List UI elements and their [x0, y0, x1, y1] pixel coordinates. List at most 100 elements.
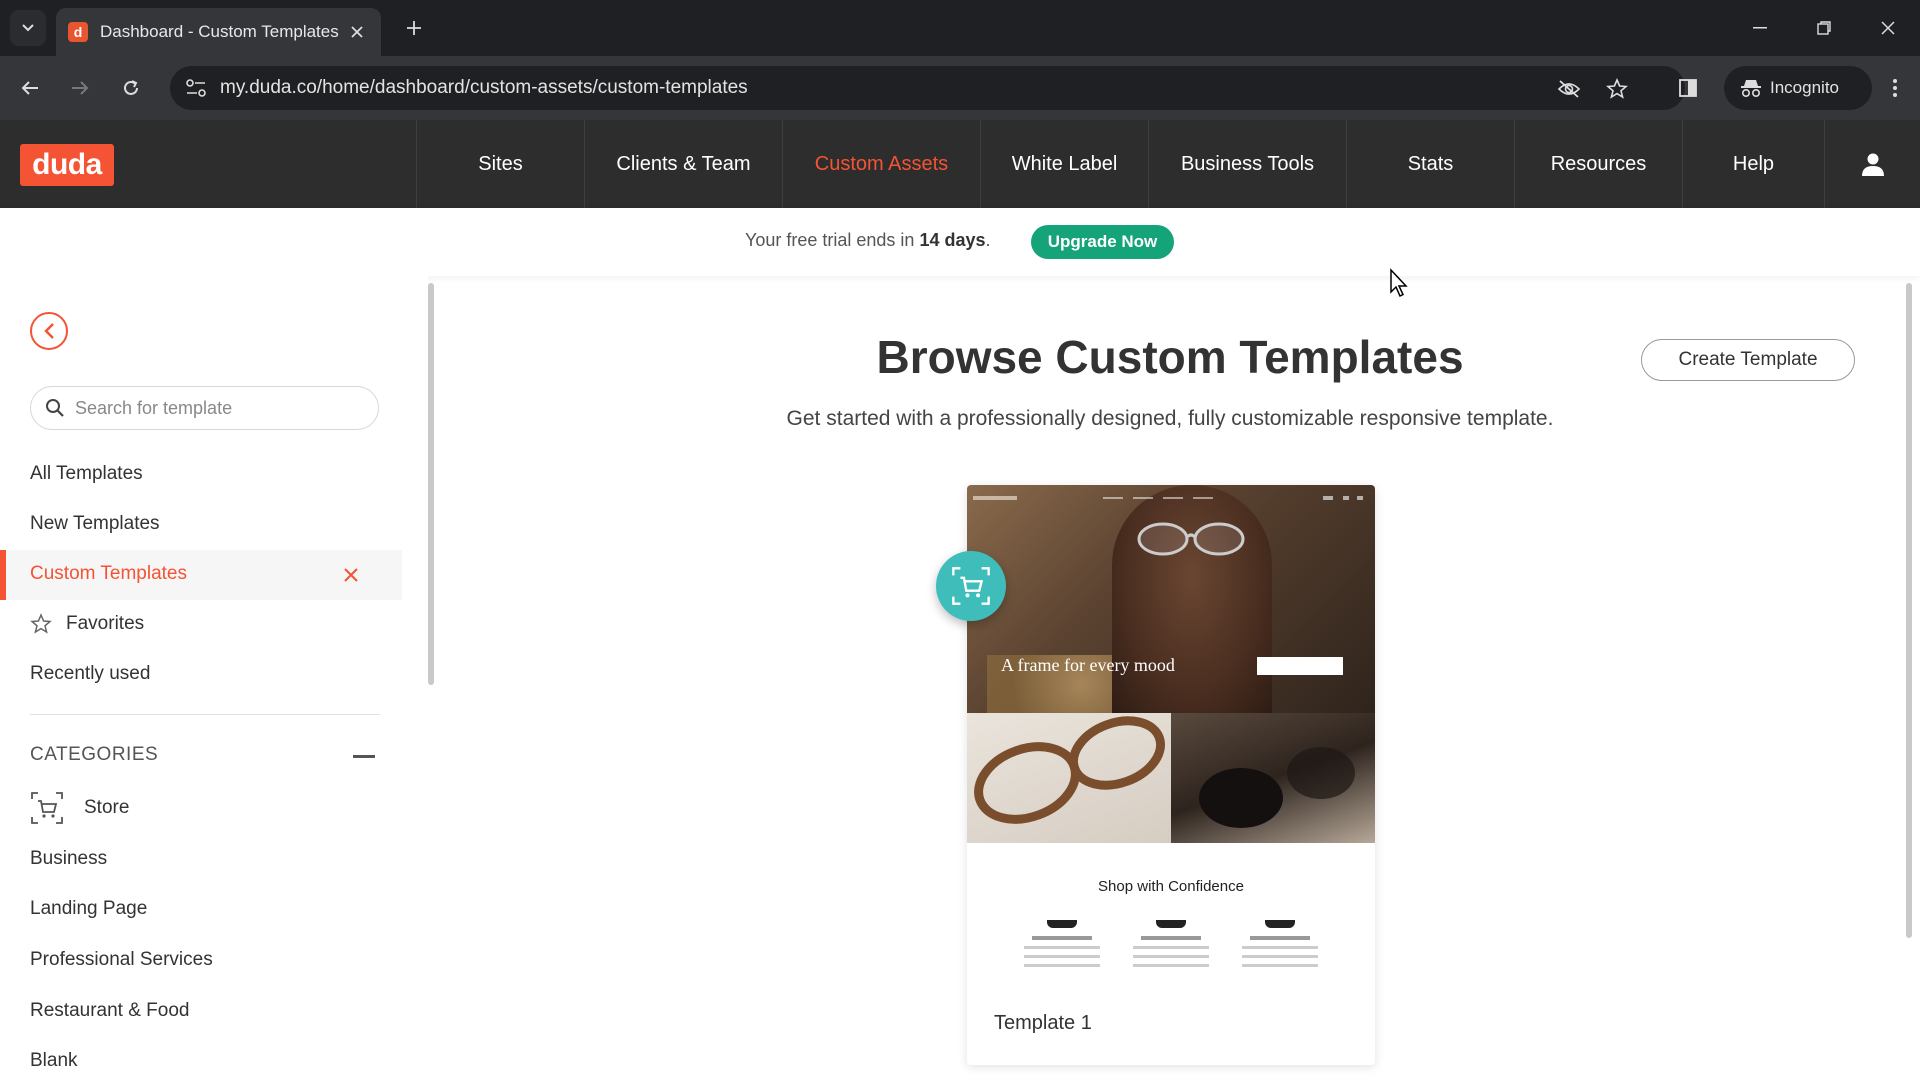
upgrade-now-button[interactable]: Upgrade Now: [1031, 225, 1174, 259]
forward-nav-button[interactable]: [62, 70, 98, 106]
template-card[interactable]: A frame for every mood Shop with Confide…: [967, 485, 1375, 1065]
sidebar-scrollbar[interactable]: [428, 283, 434, 685]
back-button[interactable]: [30, 312, 68, 350]
category-store[interactable]: Store: [30, 788, 129, 828]
sidebar-item-favorites[interactable]: Favorites: [30, 604, 144, 644]
minimize-button[interactable]: [1738, 8, 1782, 48]
create-template-button[interactable]: Create Template: [1641, 339, 1855, 381]
reload-button[interactable]: [113, 70, 149, 106]
more-vertical-icon: [1893, 79, 1897, 97]
sidebar-divider: [30, 714, 380, 715]
template-name: Template 1: [994, 1012, 1092, 1034]
preview-navbar: [973, 496, 1363, 500]
preview-feature: [1017, 920, 1107, 967]
nav-resources[interactable]: Resources: [1514, 120, 1682, 208]
star-icon: [1606, 78, 1628, 99]
search-icon: [46, 399, 64, 417]
search-input[interactable]: [73, 396, 357, 420]
nav-stats[interactable]: Stats: [1346, 120, 1514, 208]
template-sidebar: All Templates New Templates Custom Templ…: [0, 276, 428, 1080]
category-business[interactable]: Business: [30, 839, 107, 879]
store-cart-icon: [31, 792, 63, 824]
side-panel-button[interactable]: [1670, 70, 1706, 106]
trial-text-before: Your free trial ends in: [745, 230, 915, 250]
account-menu-button[interactable]: [1824, 120, 1920, 208]
close-window-button[interactable]: [1866, 8, 1910, 48]
main-scrollbar[interactable]: [1906, 283, 1912, 938]
page-subtitle: Get started with a professionally design…: [786, 407, 1554, 430]
preview-portrait: [1112, 485, 1272, 713]
nav-business-tools[interactable]: Business Tools: [1148, 120, 1346, 208]
incognito-label: Incognito: [1770, 78, 1839, 97]
site-settings-icon: [186, 79, 206, 97]
nav-clients-team[interactable]: Clients & Team: [584, 120, 782, 208]
chevron-down-icon: [22, 24, 34, 32]
store-category-badge: [936, 551, 1006, 621]
new-tab-button[interactable]: [398, 12, 430, 44]
nav-sites[interactable]: Sites: [416, 120, 584, 208]
browser-menu-button[interactable]: [1880, 70, 1910, 106]
minimize-icon: [1753, 27, 1767, 29]
plus-icon: [407, 21, 421, 35]
sidebar-item-label: Favorites: [66, 613, 145, 634]
close-icon: [1881, 21, 1895, 35]
restore-button[interactable]: [1802, 8, 1846, 48]
collapse-categories-button[interactable]: [353, 755, 375, 758]
bookmark-button[interactable]: [1602, 74, 1632, 104]
nav-white-label[interactable]: White Label: [980, 120, 1148, 208]
arrow-left-icon: [21, 81, 38, 95]
tab-search-button[interactable]: [10, 10, 46, 46]
preview-section-title: Shop with Confidence: [1098, 878, 1244, 895]
star-icon: [30, 613, 52, 634]
template-search[interactable]: [30, 386, 379, 430]
url-text: my.duda.co/home/dashboard/custom-assets/…: [220, 77, 748, 98]
category-restaurant-food[interactable]: Restaurant & Food: [30, 991, 189, 1031]
trial-banner: Your free trial ends in 14 days. Upgrade…: [0, 208, 1920, 276]
reload-icon: [124, 80, 138, 95]
preview-photo-tortoise-glasses: [967, 713, 1171, 843]
browser-toolbar: my.duda.co/home/dashboard/custom-assets/…: [0, 56, 1920, 120]
address-bar[interactable]: my.duda.co/home/dashboard/custom-assets/…: [170, 66, 1685, 110]
preview-feature: [1126, 920, 1216, 967]
page-title: Browse Custom Templates: [876, 331, 1464, 383]
sidebar-item-custom-templates[interactable]: Custom Templates: [0, 550, 402, 600]
glasses-graphic: [974, 716, 1166, 824]
clear-filter-button[interactable]: [340, 564, 362, 586]
preview-feature: [1235, 920, 1325, 967]
preview-hero-text: A frame for every mood: [1001, 655, 1175, 675]
preview-photo-sunglasses: [1171, 713, 1375, 843]
tab-close-button[interactable]: [345, 20, 369, 44]
trial-days: 14 days: [919, 230, 986, 250]
back-nav-button[interactable]: [12, 70, 48, 106]
close-icon: [344, 568, 358, 582]
app-top-nav: duda Sites Clients & Team Custom Assets …: [0, 120, 1920, 208]
tracking-protection-button[interactable]: [1554, 74, 1584, 104]
category-blank[interactable]: Blank: [30, 1041, 78, 1081]
template-preview-hero: A frame for every mood: [967, 485, 1375, 713]
user-icon: [1861, 153, 1884, 176]
sunglasses-graphic: [1199, 747, 1355, 828]
store-cart-icon: [952, 567, 990, 605]
browser-tab[interactable]: d Dashboard - Custom Templates: [56, 8, 381, 56]
preview-hero-button: [1257, 657, 1343, 675]
eye-off-icon: [1557, 80, 1581, 98]
trial-message: Your free trial ends in 14 days.: [745, 230, 991, 251]
sidebar-item-recently-used[interactable]: Recently used: [30, 654, 150, 694]
tab-title: Dashboard - Custom Templates: [100, 22, 339, 41]
sidebar-item-new-templates[interactable]: New Templates: [30, 504, 160, 544]
browser-tabstrip: d Dashboard - Custom Templates: [0, 0, 1920, 56]
arrow-right-icon: [72, 81, 89, 95]
trial-text-after: .: [985, 230, 991, 250]
sidebar-item-label: Custom Templates: [30, 563, 187, 584]
duda-logo[interactable]: duda: [20, 144, 114, 186]
category-landing-page[interactable]: Landing Page: [30, 889, 147, 929]
incognito-indicator[interactable]: Incognito: [1724, 66, 1872, 110]
nav-custom-assets[interactable]: Custom Assets: [782, 120, 980, 208]
close-icon: [351, 26, 363, 38]
sidebar-item-all-templates[interactable]: All Templates: [30, 454, 143, 494]
category-professional-services[interactable]: Professional Services: [30, 940, 213, 980]
nav-help[interactable]: Help: [1682, 120, 1824, 208]
chevron-left-icon: [44, 323, 54, 339]
incognito-icon: [1741, 80, 1761, 98]
restore-icon: [1817, 21, 1831, 35]
